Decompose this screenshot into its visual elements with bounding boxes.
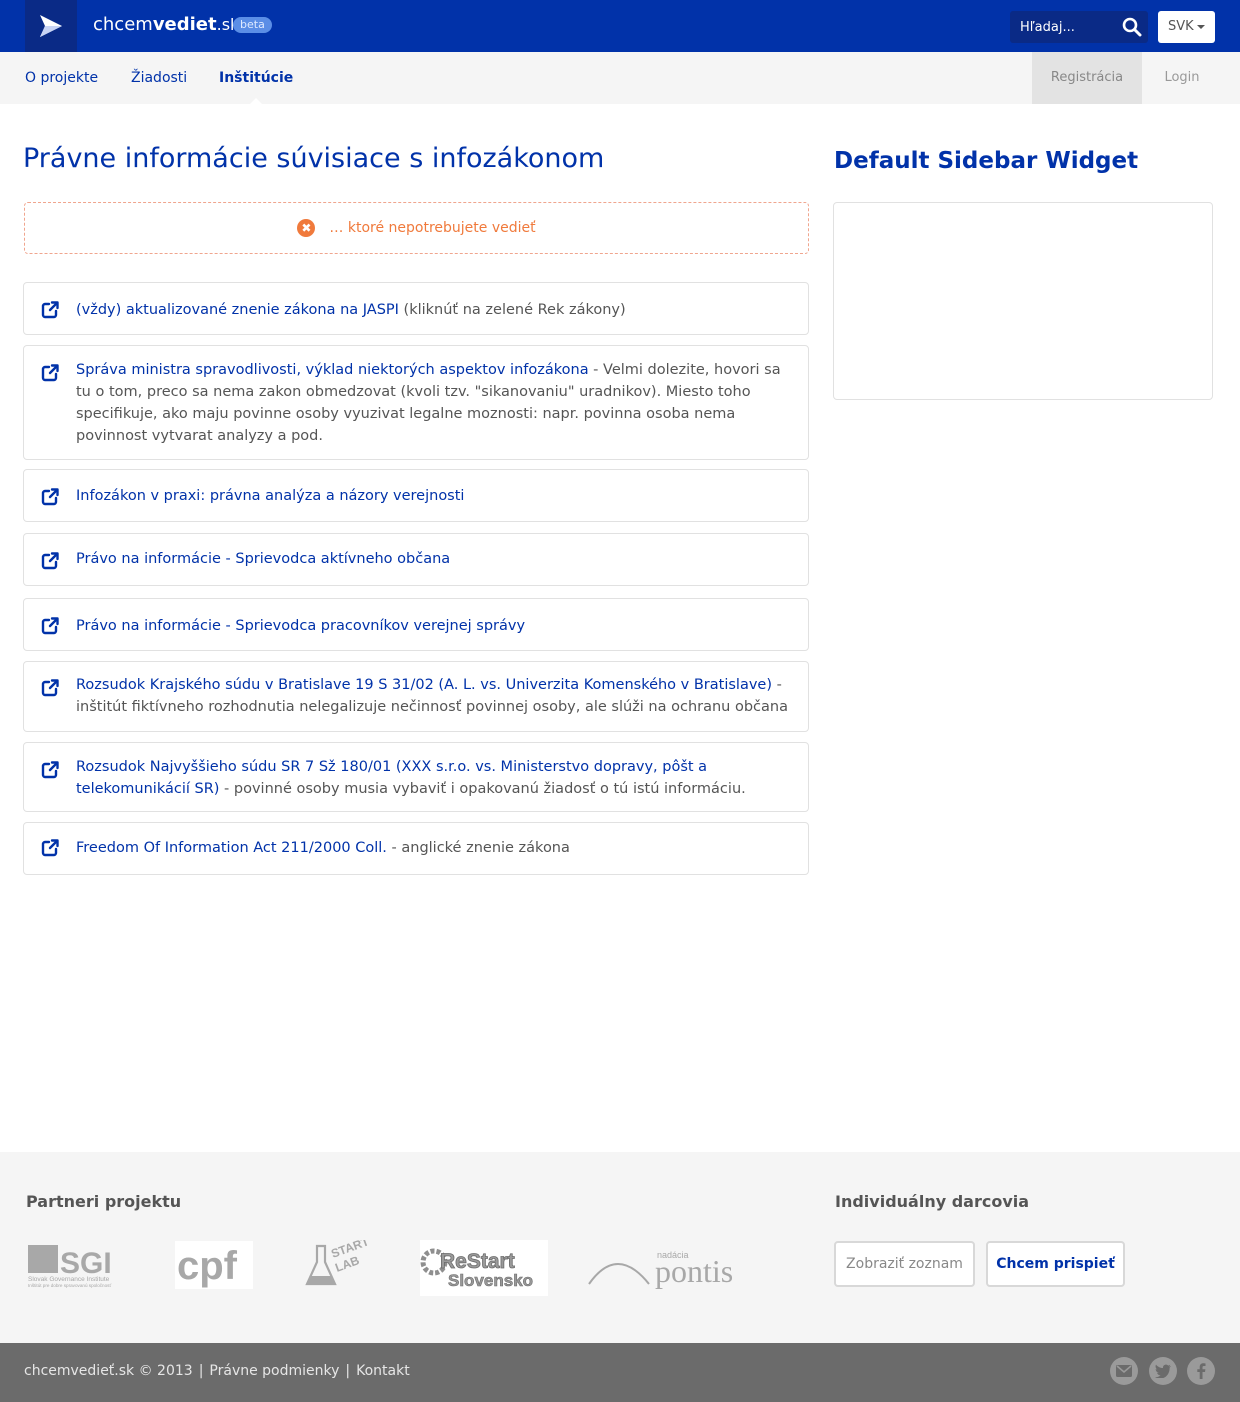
link-card: Rozsudok Krajského súdu v Bratislave 19 … bbox=[23, 661, 809, 732]
close-circle-icon: ✖ bbox=[297, 219, 316, 237]
top-bar: chcemvediet.sk beta SVK bbox=[0, 0, 1240, 52]
alert-text: … ktoré nepotrebujete vedieť bbox=[329, 220, 536, 236]
sidebar-title: Default Sidebar Widget bbox=[834, 148, 1139, 174]
language-select[interactable]: SVK bbox=[1158, 11, 1215, 43]
legal-link[interactable]: Právne podmienky bbox=[209, 1363, 339, 1379]
donate-button[interactable]: Chcem prispieť bbox=[986, 1241, 1125, 1287]
pontis-logo-text: pontis bbox=[655, 1253, 733, 1289]
link-card: Rozsudok Najvyššieho súdu SR 7 Sž 180/01… bbox=[23, 742, 809, 812]
external-link-icon[interactable] bbox=[41, 488, 59, 506]
brand-prefix: chcem bbox=[93, 14, 153, 35]
cpf-logo-text: cpf bbox=[177, 1244, 238, 1288]
link-card: (vždy) aktualizované znenie zákona na JA… bbox=[23, 282, 809, 335]
contact-link[interactable]: Kontakt bbox=[356, 1363, 410, 1379]
beta-badge: beta bbox=[233, 17, 272, 33]
main-nav: O projekte Žiadosti Inštitúcie Registrác… bbox=[0, 52, 1240, 104]
link-note: - povinné osoby musia vybaviť i opakovan… bbox=[219, 781, 746, 797]
mail-icon[interactable] bbox=[1110, 1357, 1138, 1385]
caret-down-icon bbox=[1196, 24, 1205, 29]
external-link-icon[interactable] bbox=[41, 839, 59, 857]
resource-link[interactable]: Právo na informácie - Sprievodca aktívne… bbox=[76, 551, 450, 567]
logo[interactable] bbox=[25, 0, 77, 52]
link-note: - anglické znenie zákona bbox=[386, 840, 570, 856]
search-icon[interactable] bbox=[1122, 17, 1142, 37]
show-list-button[interactable]: Zobraziť zoznam bbox=[834, 1241, 975, 1287]
footer-partners: Partneri projektu SGI Slovak Governance … bbox=[0, 1152, 1240, 1343]
external-link-icon[interactable] bbox=[41, 617, 59, 635]
restart-slovensko-logo[interactable]: ReStart Slovensko bbox=[420, 1240, 548, 1296]
register-link[interactable]: Registrácia bbox=[1032, 52, 1142, 104]
link-card-text: Správa ministra spravodlivosti, výklad n… bbox=[76, 359, 792, 447]
restart-logo-restart: ReStart bbox=[440, 1250, 515, 1273]
language-label: SVK bbox=[1168, 19, 1194, 34]
page-title: Právne informácie súvisiace s infozákono… bbox=[23, 143, 605, 174]
link-card-text: Právo na informácie - Sprievodca pracovn… bbox=[76, 615, 792, 637]
partners-heading: Partneri projektu bbox=[26, 1192, 182, 1211]
sidebar-widget bbox=[833, 202, 1213, 400]
resource-link[interactable]: Freedom Of Information Act 211/2000 Coll… bbox=[76, 840, 387, 856]
external-link-icon[interactable] bbox=[41, 364, 59, 382]
resource-link[interactable]: Infozákon v praxi: právna analýza a názo… bbox=[76, 488, 464, 504]
link-card-text: Freedom Of Information Act 211/2000 Coll… bbox=[76, 837, 792, 859]
footer-links: chcemvedieť.sk © 2013 | Právne podmienky | K… bbox=[24, 1363, 410, 1379]
facebook-icon[interactable] bbox=[1187, 1357, 1215, 1385]
link-card-text: Právo na informácie - Sprievodca aktívne… bbox=[76, 548, 792, 570]
pontis-logo[interactable]: nadácia pontis bbox=[585, 1244, 745, 1290]
external-link-icon[interactable] bbox=[41, 679, 59, 697]
search-box bbox=[1010, 11, 1148, 43]
external-link-icon[interactable] bbox=[41, 301, 59, 319]
bottom-bar: chcemvedieť.sk © 2013 | Právne podmienky | K… bbox=[0, 1343, 1240, 1402]
link-card: Správa ministra spravodlivosti, výklad n… bbox=[23, 345, 809, 460]
donors-heading: Individuálny darcovia bbox=[835, 1192, 1030, 1211]
link-card-text: (vždy) aktualizované znenie zákona na JA… bbox=[76, 299, 792, 321]
link-card: Právo na informácie - Sprievodca pracovn… bbox=[23, 598, 809, 651]
nav-o-projekte[interactable]: O projekte bbox=[25, 52, 98, 104]
startlab-logo[interactable]: START LAB bbox=[305, 1240, 370, 1290]
alert-box: ✖ … ktoré nepotrebujete vedieť bbox=[24, 202, 809, 254]
nav-ziadosti[interactable]: Žiadosti bbox=[131, 52, 187, 104]
resource-link[interactable]: (vždy) aktualizované znenie zákona na JA… bbox=[76, 302, 399, 318]
cpf-logo[interactable]: cpf bbox=[175, 1241, 253, 1289]
link-card: Freedom Of Information Act 211/2000 Coll… bbox=[23, 822, 809, 875]
footer-separator: | bbox=[345, 1363, 351, 1379]
resource-link[interactable]: Rozsudok Krajského súdu v Bratislave 19 … bbox=[76, 677, 772, 693]
resource-link[interactable]: Správa ministra spravodlivosti, výklad n… bbox=[76, 362, 589, 378]
sgi-logo[interactable]: SGI Slovak Governance Institute Inštitút… bbox=[26, 1242, 120, 1288]
link-note: (kliknúť na zelené Rek zákony) bbox=[398, 302, 626, 318]
external-link-icon[interactable] bbox=[41, 761, 59, 779]
sgi-logo-sub2: Inštitút pre dobre spravovanú spoločnosť bbox=[28, 1283, 111, 1288]
login-link[interactable]: Login bbox=[1142, 52, 1222, 104]
copyright: chcemvedieť.sk © 2013 bbox=[24, 1363, 193, 1379]
resource-link[interactable]: Právo na informácie - Sprievodca pracovn… bbox=[76, 618, 525, 634]
brand-bold: vediet bbox=[152, 14, 217, 35]
search-input[interactable] bbox=[1010, 11, 1115, 43]
link-card-text: Rozsudok Najvyššieho súdu SR 7 Sž 180/01… bbox=[76, 756, 792, 800]
restart-logo-slovensko: Slovensko bbox=[448, 1271, 533, 1290]
twitter-icon[interactable] bbox=[1149, 1357, 1177, 1385]
link-card: Právo na informácie - Sprievodca aktívne… bbox=[23, 533, 809, 586]
link-card-text: Rozsudok Krajského súdu v Bratislave 19 … bbox=[76, 674, 792, 718]
brand-name[interactable]: chcemvediet.sk bbox=[93, 14, 239, 36]
link-card-text: Infozákon v praxi: právna analýza a názo… bbox=[76, 485, 792, 507]
footer-separator: | bbox=[198, 1363, 204, 1379]
paper-plane-icon bbox=[40, 15, 62, 37]
link-card: Infozákon v praxi: právna analýza a názo… bbox=[23, 469, 809, 522]
sgi-logo-sub: Slovak Governance Institute bbox=[28, 1276, 110, 1283]
external-link-icon[interactable] bbox=[41, 552, 59, 570]
nav-institucie[interactable]: Inštitúcie bbox=[219, 52, 293, 104]
